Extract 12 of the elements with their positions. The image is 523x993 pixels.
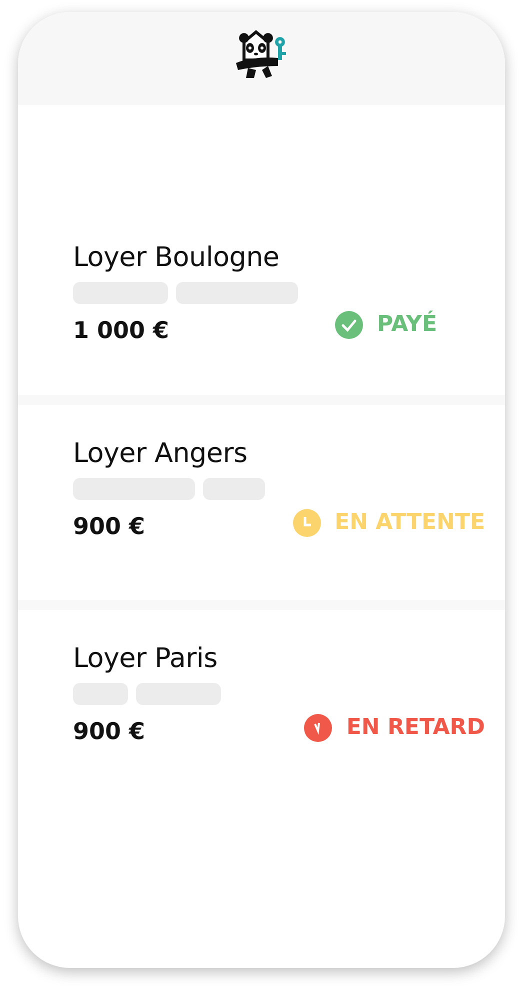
clock-icon (304, 714, 332, 742)
clock-icon (292, 508, 321, 537)
rent-title: Loyer Angers (73, 438, 248, 470)
rent-amount: 900 € (73, 718, 146, 748)
check-circle-icon (335, 310, 364, 339)
rent-title: Loyer Paris (73, 643, 218, 676)
rent-amount: 1 000 € (73, 317, 170, 346)
status-label: PAYÉ (377, 310, 437, 340)
status-label: EN RETARD (346, 714, 485, 742)
rent-title: Loyer Boulogne (73, 242, 280, 274)
rent-amount: 900 € (73, 513, 146, 542)
status-label: EN ATTENTE (334, 509, 485, 538)
